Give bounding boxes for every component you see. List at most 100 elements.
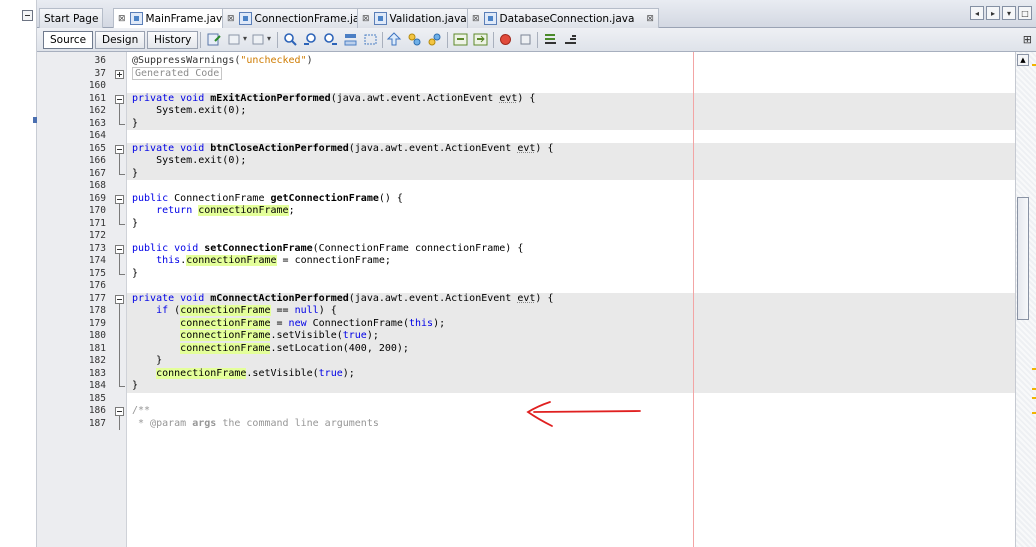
- code-token: btnCloseActionPerformed: [210, 142, 349, 154]
- last-edit-icon[interactable]: [207, 32, 222, 47]
- error-stripe-mark: [1032, 64, 1036, 66]
- stop-macro-recording-icon[interactable]: [518, 32, 533, 47]
- code-line[interactable]: }: [127, 355, 1015, 368]
- uncomment-icon[interactable]: [563, 32, 578, 47]
- code-token: connectionFrame: [180, 330, 271, 341]
- code-line[interactable]: private void btnCloseActionPerformed(jav…: [127, 142, 1015, 155]
- code-token: ) {: [318, 305, 337, 316]
- code-editor[interactable]: @SuppressWarnings("unchecked") Generated …: [127, 52, 1015, 547]
- code-token: ) {: [517, 92, 536, 104]
- error-stripe-mark: [1032, 368, 1036, 370]
- collapse-fold-icon[interactable]: [115, 194, 124, 204]
- scroll-up-icon[interactable]: ▲: [1017, 54, 1029, 66]
- fold-guide: [119, 153, 120, 174]
- collapse-fold-icon[interactable]: [115, 244, 124, 254]
- close-icon[interactable]: ⊠: [227, 14, 235, 24]
- close-icon[interactable]: ⊠: [472, 14, 480, 24]
- code-line[interactable]: System.exit(0);: [127, 155, 1015, 168]
- collapse-fold-icon[interactable]: [115, 144, 124, 154]
- scrollbar-thumb[interactable]: [1017, 197, 1029, 320]
- code-line[interactable]: connectionFrame = new ConnectionFrame(th…: [127, 317, 1015, 330]
- code-token: .setVisible(: [270, 330, 343, 341]
- tab-mainframe-java[interactable]: ⊠ MainFrame.java: [113, 8, 234, 28]
- code-text: System.exit(0);: [132, 105, 246, 118]
- tab-databaseconnection-java[interactable]: ⊠ DatabaseConnection.java ⊠: [467, 8, 659, 28]
- code-line[interactable]: [127, 230, 1015, 243]
- forward-icon[interactable]: [251, 32, 266, 47]
- close-icon[interactable]: ⊠: [646, 14, 654, 24]
- code-line[interactable]: }: [127, 117, 1015, 130]
- back-dropdown-icon[interactable]: ▾: [243, 34, 247, 43]
- vertical-scrollbar[interactable]: ▲: [1015, 52, 1036, 547]
- code-line[interactable]: connectionFrame.setVisible(true);: [127, 367, 1015, 381]
- code-token: null: [294, 305, 319, 316]
- find-previous-icon[interactable]: [303, 32, 318, 47]
- code-line[interactable]: [127, 280, 1015, 293]
- code-line[interactable]: connectionFrame.setVisible(true);: [127, 330, 1015, 343]
- code-line[interactable]: }: [127, 380, 1015, 393]
- scroll-tabs-right-icon[interactable]: ▸: [986, 6, 1000, 20]
- code-line[interactable]: connectionFrame.setLocation(400, 200);: [127, 342, 1015, 355]
- toolbar-separator: [382, 32, 383, 48]
- comment-icon[interactable]: [543, 32, 558, 47]
- collapse-fold-icon[interactable]: [115, 294, 124, 304]
- previous-bookmark-icon[interactable]: [387, 32, 402, 47]
- line-number: 181: [88, 342, 106, 354]
- start-macro-recording-icon[interactable]: [498, 32, 513, 47]
- code-line[interactable]: Generated Code: [127, 66, 1015, 81]
- shift-line-left-icon[interactable]: [453, 32, 468, 47]
- forward-dropdown-icon[interactable]: ▾: [267, 34, 271, 43]
- code-line[interactable]: if (connectionFrame == null) {: [127, 305, 1015, 318]
- code-line[interactable]: }: [127, 268, 1015, 281]
- tab-validation-java[interactable]: ⊠ Validation.java: [357, 8, 472, 28]
- error-stripe-mark: [1032, 397, 1036, 399]
- code-token: evt: [517, 142, 536, 154]
- code-token: connectionFrame: [180, 317, 271, 329]
- next-bookmark-icon[interactable]: [407, 32, 422, 47]
- scroll-tabs-left-icon[interactable]: ◂: [970, 6, 984, 20]
- maximize-window-icon[interactable]: □: [1018, 6, 1032, 20]
- code-text: }: [132, 218, 138, 231]
- code-line[interactable]: [127, 180, 1015, 193]
- back-icon[interactable]: [227, 32, 242, 47]
- shift-line-right-icon[interactable]: [473, 32, 488, 47]
- collapse-fold-icon[interactable]: [115, 94, 124, 104]
- toggle-highlight-search-icon[interactable]: [343, 32, 358, 47]
- close-icon[interactable]: ⊠: [118, 14, 126, 24]
- code-line[interactable]: public void setConnectionFrame(Connectio…: [127, 243, 1015, 256]
- code-line[interactable]: this.connectionFrame = connectionFrame;: [127, 255, 1015, 268]
- find-selection-icon[interactable]: [283, 32, 298, 47]
- code-line[interactable]: @SuppressWarnings("unchecked"): [127, 55, 1015, 68]
- tab-connectionframe-java[interactable]: ⊠ ConnectionFrame.java: [222, 8, 378, 28]
- code-token: this: [156, 255, 181, 266]
- collapse-fold-icon[interactable]: [115, 407, 124, 416]
- history-view-button[interactable]: History: [147, 31, 199, 49]
- code-line[interactable]: System.exit(0);: [127, 105, 1015, 118]
- expand-fold-icon[interactable]: [115, 69, 124, 79]
- show-opened-documents-icon[interactable]: ▾: [1002, 6, 1016, 20]
- code-text: connectionFrame.setVisible(true);: [132, 367, 355, 381]
- code-line[interactable]: [127, 80, 1015, 93]
- code-line[interactable]: [127, 130, 1015, 143]
- code-line[interactable]: public ConnectionFrame getConnectionFram…: [127, 193, 1015, 206]
- close-icon[interactable]: ⊠: [362, 14, 370, 24]
- code-line[interactable]: private void mExitActionPerformed(java.a…: [127, 92, 1015, 106]
- pin-icon[interactable]: ⊞: [1023, 33, 1032, 46]
- code-line[interactable]: }: [127, 218, 1015, 231]
- find-next-icon[interactable]: [323, 32, 338, 47]
- tab-start-page[interactable]: Start Page: [39, 8, 104, 28]
- toggle-rectangular-selection-icon[interactable]: [363, 32, 378, 47]
- design-view-button[interactable]: Design: [95, 31, 146, 49]
- code-token: }: [132, 380, 139, 391]
- code-token: connectionFrame: [186, 255, 277, 266]
- code-text: private void mExitActionPerformed(java.a…: [132, 93, 535, 106]
- toggle-bookmark-icon[interactable]: [427, 32, 442, 47]
- code-line[interactable]: private void mConnectActionPerformed(jav…: [127, 292, 1015, 305]
- source-view-button[interactable]: Source: [43, 31, 94, 49]
- minimize-panel-icon[interactable]: [22, 10, 33, 21]
- code-line[interactable]: return connectionFrame;: [127, 205, 1015, 218]
- code-text: this.connectionFrame = connectionFrame;: [132, 255, 391, 268]
- code-line[interactable]: }: [127, 167, 1015, 180]
